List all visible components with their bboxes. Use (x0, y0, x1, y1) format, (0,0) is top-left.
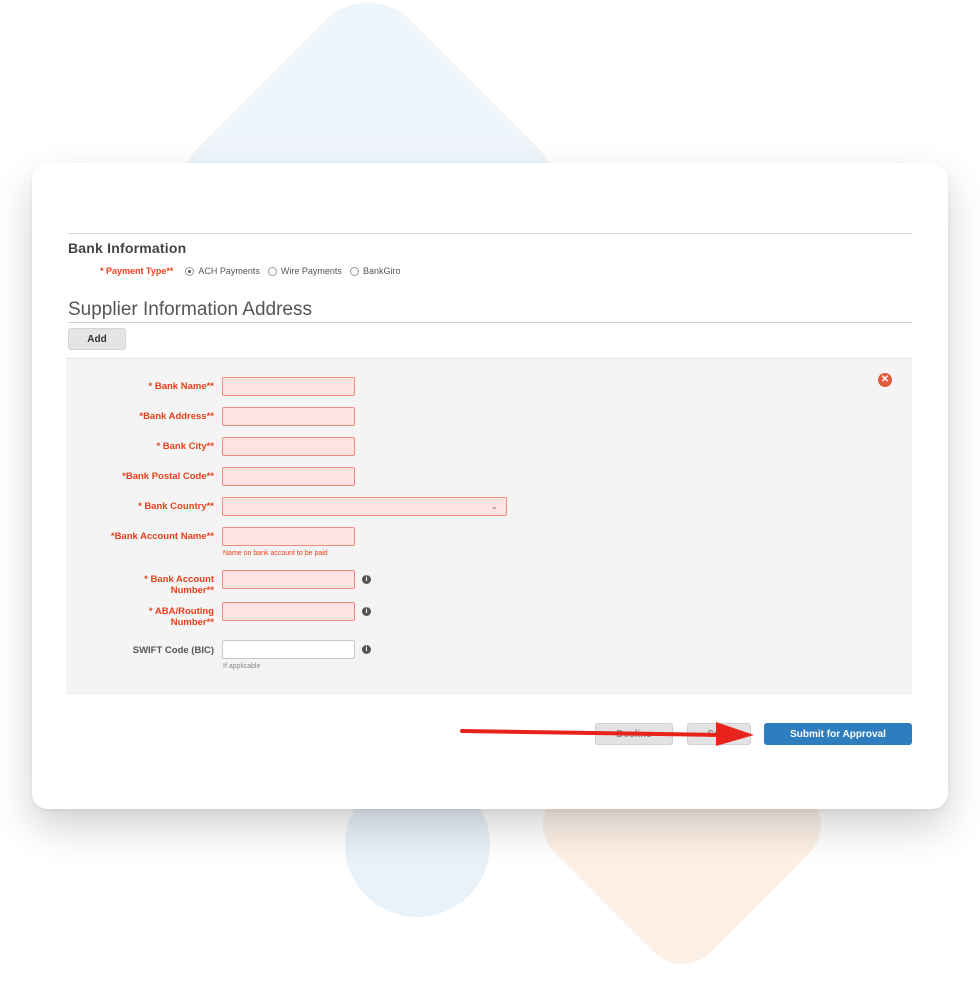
radio-label-ach: ACH Payments (198, 266, 260, 276)
supplier-form-card: Bank Information * Payment Type** ACH Pa… (32, 163, 948, 809)
info-icon[interactable]: i (362, 645, 371, 654)
radio-bankgiro[interactable] (349, 266, 359, 276)
bank-account-number-label: * Bank Account Number** (144, 574, 214, 596)
radio-label-wire: Wire Payments (280, 266, 342, 276)
close-icon[interactable]: ✕ (878, 373, 892, 387)
bank-postal-code-input[interactable] (222, 467, 355, 486)
info-icon[interactable]: i (362, 575, 371, 584)
swift-code-input[interactable] (222, 640, 355, 659)
arrow-icon (460, 722, 754, 746)
chevron-down-icon: ⌄ (490, 501, 498, 511)
aba-routing-number-label: * ABA/Routing Number** (148, 606, 214, 628)
bank-city-label: * Bank City** (156, 441, 214, 452)
top-divider (68, 233, 912, 234)
bank-information-heading: Bank Information (68, 240, 187, 256)
radio-wire-payments[interactable] (267, 266, 277, 276)
submit-for-approval-button[interactable]: Submit for Approval (764, 723, 912, 745)
aba-routing-number-input[interactable] (222, 602, 355, 621)
bank-country-label: * Bank Country** (137, 501, 214, 512)
bank-address-panel: ✕ * Bank Name** *Bank Address** * Bank C… (66, 358, 912, 695)
bank-account-name-help: Name on bank account to be paid (223, 550, 328, 557)
bank-address-input[interactable] (222, 407, 355, 426)
swift-code-label: SWIFT Code (BIC) (132, 645, 214, 656)
swift-code-help: If applicable (223, 663, 261, 670)
bank-country-select[interactable]: ⌄ (222, 497, 507, 516)
supplier-info-title: Supplier Information Address (68, 299, 312, 320)
bank-name-label: * Bank Name** (148, 381, 214, 392)
radio-label-bankgiro: BankGiro (362, 266, 401, 276)
radio-ach-payments[interactable] (185, 266, 195, 276)
payment-type-label: * Payment Type** (100, 266, 174, 276)
info-icon[interactable]: i (362, 607, 371, 616)
bank-account-number-input[interactable] (222, 570, 355, 589)
bank-account-name-label: *Bank Account Name** (110, 531, 214, 542)
add-button[interactable]: Add (68, 328, 126, 350)
bank-city-input[interactable] (222, 437, 355, 456)
bank-address-label: *Bank Address** (139, 411, 214, 422)
bank-account-name-input[interactable] (222, 527, 355, 546)
bank-postal-code-label: *Bank Postal Code** (122, 471, 214, 482)
payment-type-row: * Payment Type** ACH Payments Wire Payme… (100, 266, 400, 276)
bank-name-input[interactable] (222, 377, 355, 396)
section-divider (68, 322, 912, 323)
